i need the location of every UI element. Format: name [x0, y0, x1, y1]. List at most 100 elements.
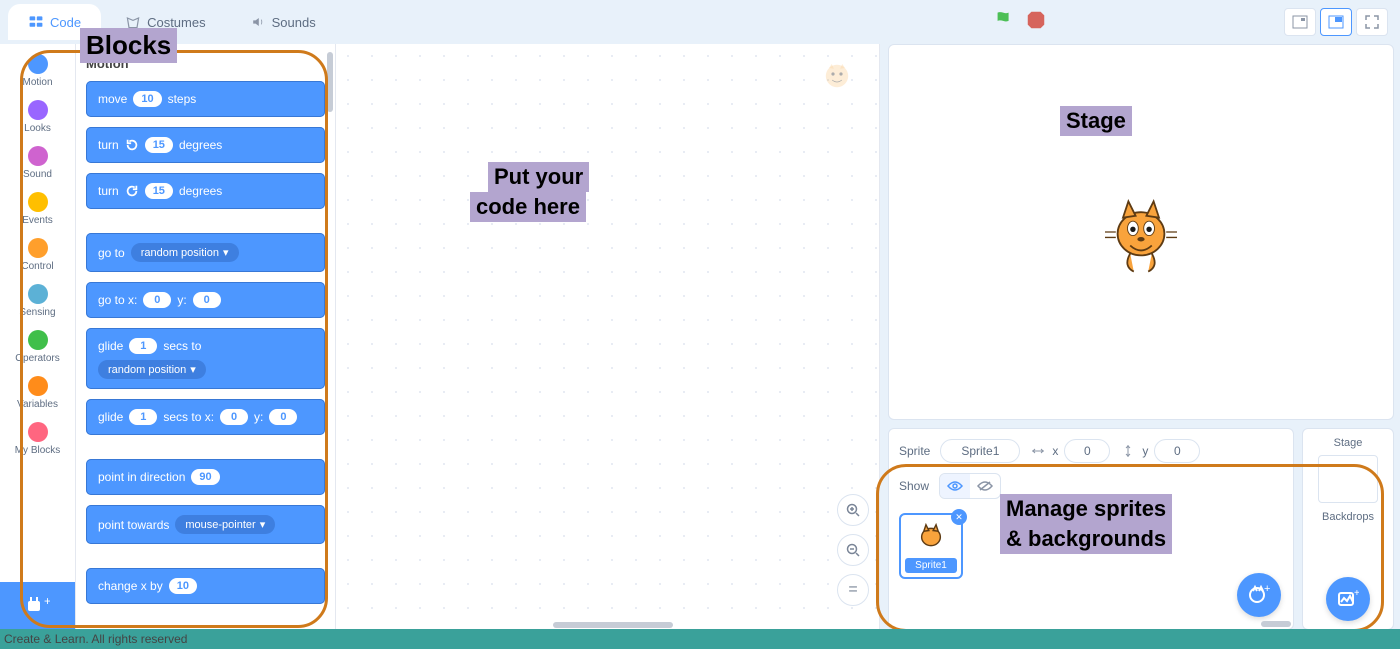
sprite-y-input[interactable]: 0 — [1154, 439, 1200, 463]
category-sensing[interactable]: Sensing — [0, 278, 75, 324]
zoom-controls: = — [837, 494, 869, 606]
block-text: y: — [254, 410, 263, 424]
tab-code-label: Code — [50, 15, 81, 30]
add-sprite-button[interactable]: + — [1237, 573, 1281, 617]
block-move-steps[interactable]: move 10 steps — [86, 81, 325, 117]
block-number-input[interactable]: 1 — [129, 409, 157, 425]
small-stage-button[interactable] — [1284, 8, 1316, 36]
sprite-on-stage[interactable] — [1096, 187, 1186, 277]
category-looks[interactable]: Looks — [0, 94, 75, 140]
sensing-color-icon — [28, 284, 48, 304]
block-text: go to x: — [98, 293, 137, 307]
sprite-stage-panels: Sprite Sprite1 x 0 y 0 Show — [888, 428, 1394, 630]
add-backdrop-button[interactable]: + — [1326, 577, 1370, 621]
script-scrollbar[interactable] — [553, 622, 673, 628]
zoom-reset-button[interactable]: = — [837, 574, 869, 606]
sound-color-icon — [28, 146, 48, 166]
block-point-towards[interactable]: point towards mouse-pointer▾ — [86, 505, 325, 544]
fullscreen-button[interactable] — [1356, 8, 1388, 36]
block-number-input[interactable]: 10 — [169, 578, 197, 594]
block-number-input[interactable]: 10 — [133, 91, 161, 107]
sprite-panel-scrollbar[interactable] — [891, 621, 1291, 627]
tab-costumes[interactable]: Costumes — [105, 4, 226, 40]
stage-thumbnail[interactable] — [1318, 455, 1378, 503]
stage[interactable] — [888, 44, 1394, 420]
operators-color-icon — [28, 330, 48, 350]
y-arrow-icon — [1120, 443, 1136, 459]
stage-panel: Stage Backdrops + — [1302, 428, 1394, 630]
category-label: Operators — [15, 353, 59, 364]
block-text: change x by — [98, 579, 163, 593]
block-dropdown[interactable]: mouse-pointer▾ — [175, 515, 275, 534]
category-control[interactable]: Control — [0, 232, 75, 278]
script-area[interactable]: = — [336, 44, 880, 630]
motion-color-icon — [28, 54, 48, 74]
block-palette[interactable]: Motion move 10 steps turn 15 degrees tur… — [76, 44, 336, 630]
sprite-panel: Sprite Sprite1 x 0 y 0 Show — [888, 428, 1294, 630]
editor-tabs: Code Costumes Sounds — [8, 4, 336, 40]
category-my-blocks[interactable]: My Blocks — [0, 416, 75, 462]
block-change-x[interactable]: change x by 10 — [86, 568, 325, 604]
sprite-name-input[interactable]: Sprite1 — [940, 439, 1020, 463]
category-label: Control — [21, 261, 53, 272]
category-operators[interactable]: Operators — [0, 324, 75, 370]
tab-code[interactable]: Code — [8, 4, 101, 40]
block-number-input[interactable]: 90 — [191, 469, 219, 485]
show-sprite-button[interactable] — [940, 474, 970, 498]
sprite-thumb-icon — [911, 519, 951, 555]
chevron-down-icon: ▾ — [223, 246, 229, 259]
large-stage-button[interactable] — [1320, 8, 1352, 36]
green-flag-button[interactable] — [993, 9, 1015, 36]
block-number-input[interactable]: 15 — [145, 183, 173, 199]
hide-sprite-button[interactable] — [970, 474, 1000, 498]
sprite-x-input[interactable]: 0 — [1064, 439, 1110, 463]
block-text: y: — [177, 293, 186, 307]
svg-text:+: + — [1264, 583, 1270, 595]
block-dropdown[interactable]: random position▾ — [131, 243, 239, 262]
palette-heading: Motion — [86, 56, 325, 71]
block-number-input[interactable]: 0 — [220, 409, 248, 425]
rotate-ccw-icon — [125, 184, 139, 198]
tab-sounds[interactable]: Sounds — [230, 4, 336, 40]
category-label: Looks — [24, 123, 51, 134]
x-label: x — [1052, 444, 1058, 458]
category-sound[interactable]: Sound — [0, 140, 75, 186]
block-text: point towards — [98, 518, 169, 532]
block-number-input[interactable]: 0 — [269, 409, 297, 425]
block-dropdown[interactable]: random position▾ — [98, 360, 206, 379]
rotate-cw-icon — [125, 138, 139, 152]
add-extension-button[interactable]: + — [0, 582, 75, 630]
zoom-out-button[interactable] — [837, 534, 869, 566]
sprite-thumbnail[interactable]: Sprite1 — [899, 513, 963, 579]
block-glide-random[interactable]: glide 1 secs to random position▾ — [86, 328, 325, 389]
category-variables[interactable]: Variables — [0, 370, 75, 416]
block-turn-ccw[interactable]: turn 15 degrees — [86, 173, 325, 209]
sprite-watermark-icon — [817, 58, 857, 98]
category-label: Events — [22, 215, 53, 226]
block-point-direction[interactable]: point in direction 90 — [86, 459, 325, 495]
block-text: degrees — [179, 184, 222, 198]
palette-scrollbar[interactable] — [327, 52, 333, 112]
block-glide-xy[interactable]: glide 1 secs to x: 0 y: 0 — [86, 399, 325, 435]
looks-color-icon — [28, 100, 48, 120]
main-layout: Motion Looks Sound Events Control Sensin… — [0, 44, 1400, 630]
category-events[interactable]: Events — [0, 186, 75, 232]
block-number-input[interactable]: 0 — [193, 292, 221, 308]
block-categories: Motion Looks Sound Events Control Sensin… — [0, 44, 76, 630]
y-label: y — [1142, 444, 1148, 458]
zoom-in-button[interactable] — [837, 494, 869, 526]
category-label: Sound — [23, 169, 52, 180]
block-turn-cw[interactable]: turn 15 degrees — [86, 127, 325, 163]
block-number-input[interactable]: 1 — [129, 338, 157, 354]
stage-view-controls — [1284, 8, 1388, 36]
delete-sprite-button[interactable] — [951, 509, 967, 525]
footer: Create & Learn. All rights reserved — [0, 629, 1400, 649]
show-label: Show — [899, 479, 929, 493]
block-goto-xy[interactable]: go to x: 0 y: 0 — [86, 282, 325, 318]
sprite-show-row: Show — [899, 473, 1283, 499]
stop-button[interactable] — [1025, 9, 1047, 36]
block-goto-random[interactable]: go to random position▾ — [86, 233, 325, 272]
category-motion[interactable]: Motion — [0, 48, 75, 94]
block-number-input[interactable]: 0 — [143, 292, 171, 308]
block-number-input[interactable]: 15 — [145, 137, 173, 153]
